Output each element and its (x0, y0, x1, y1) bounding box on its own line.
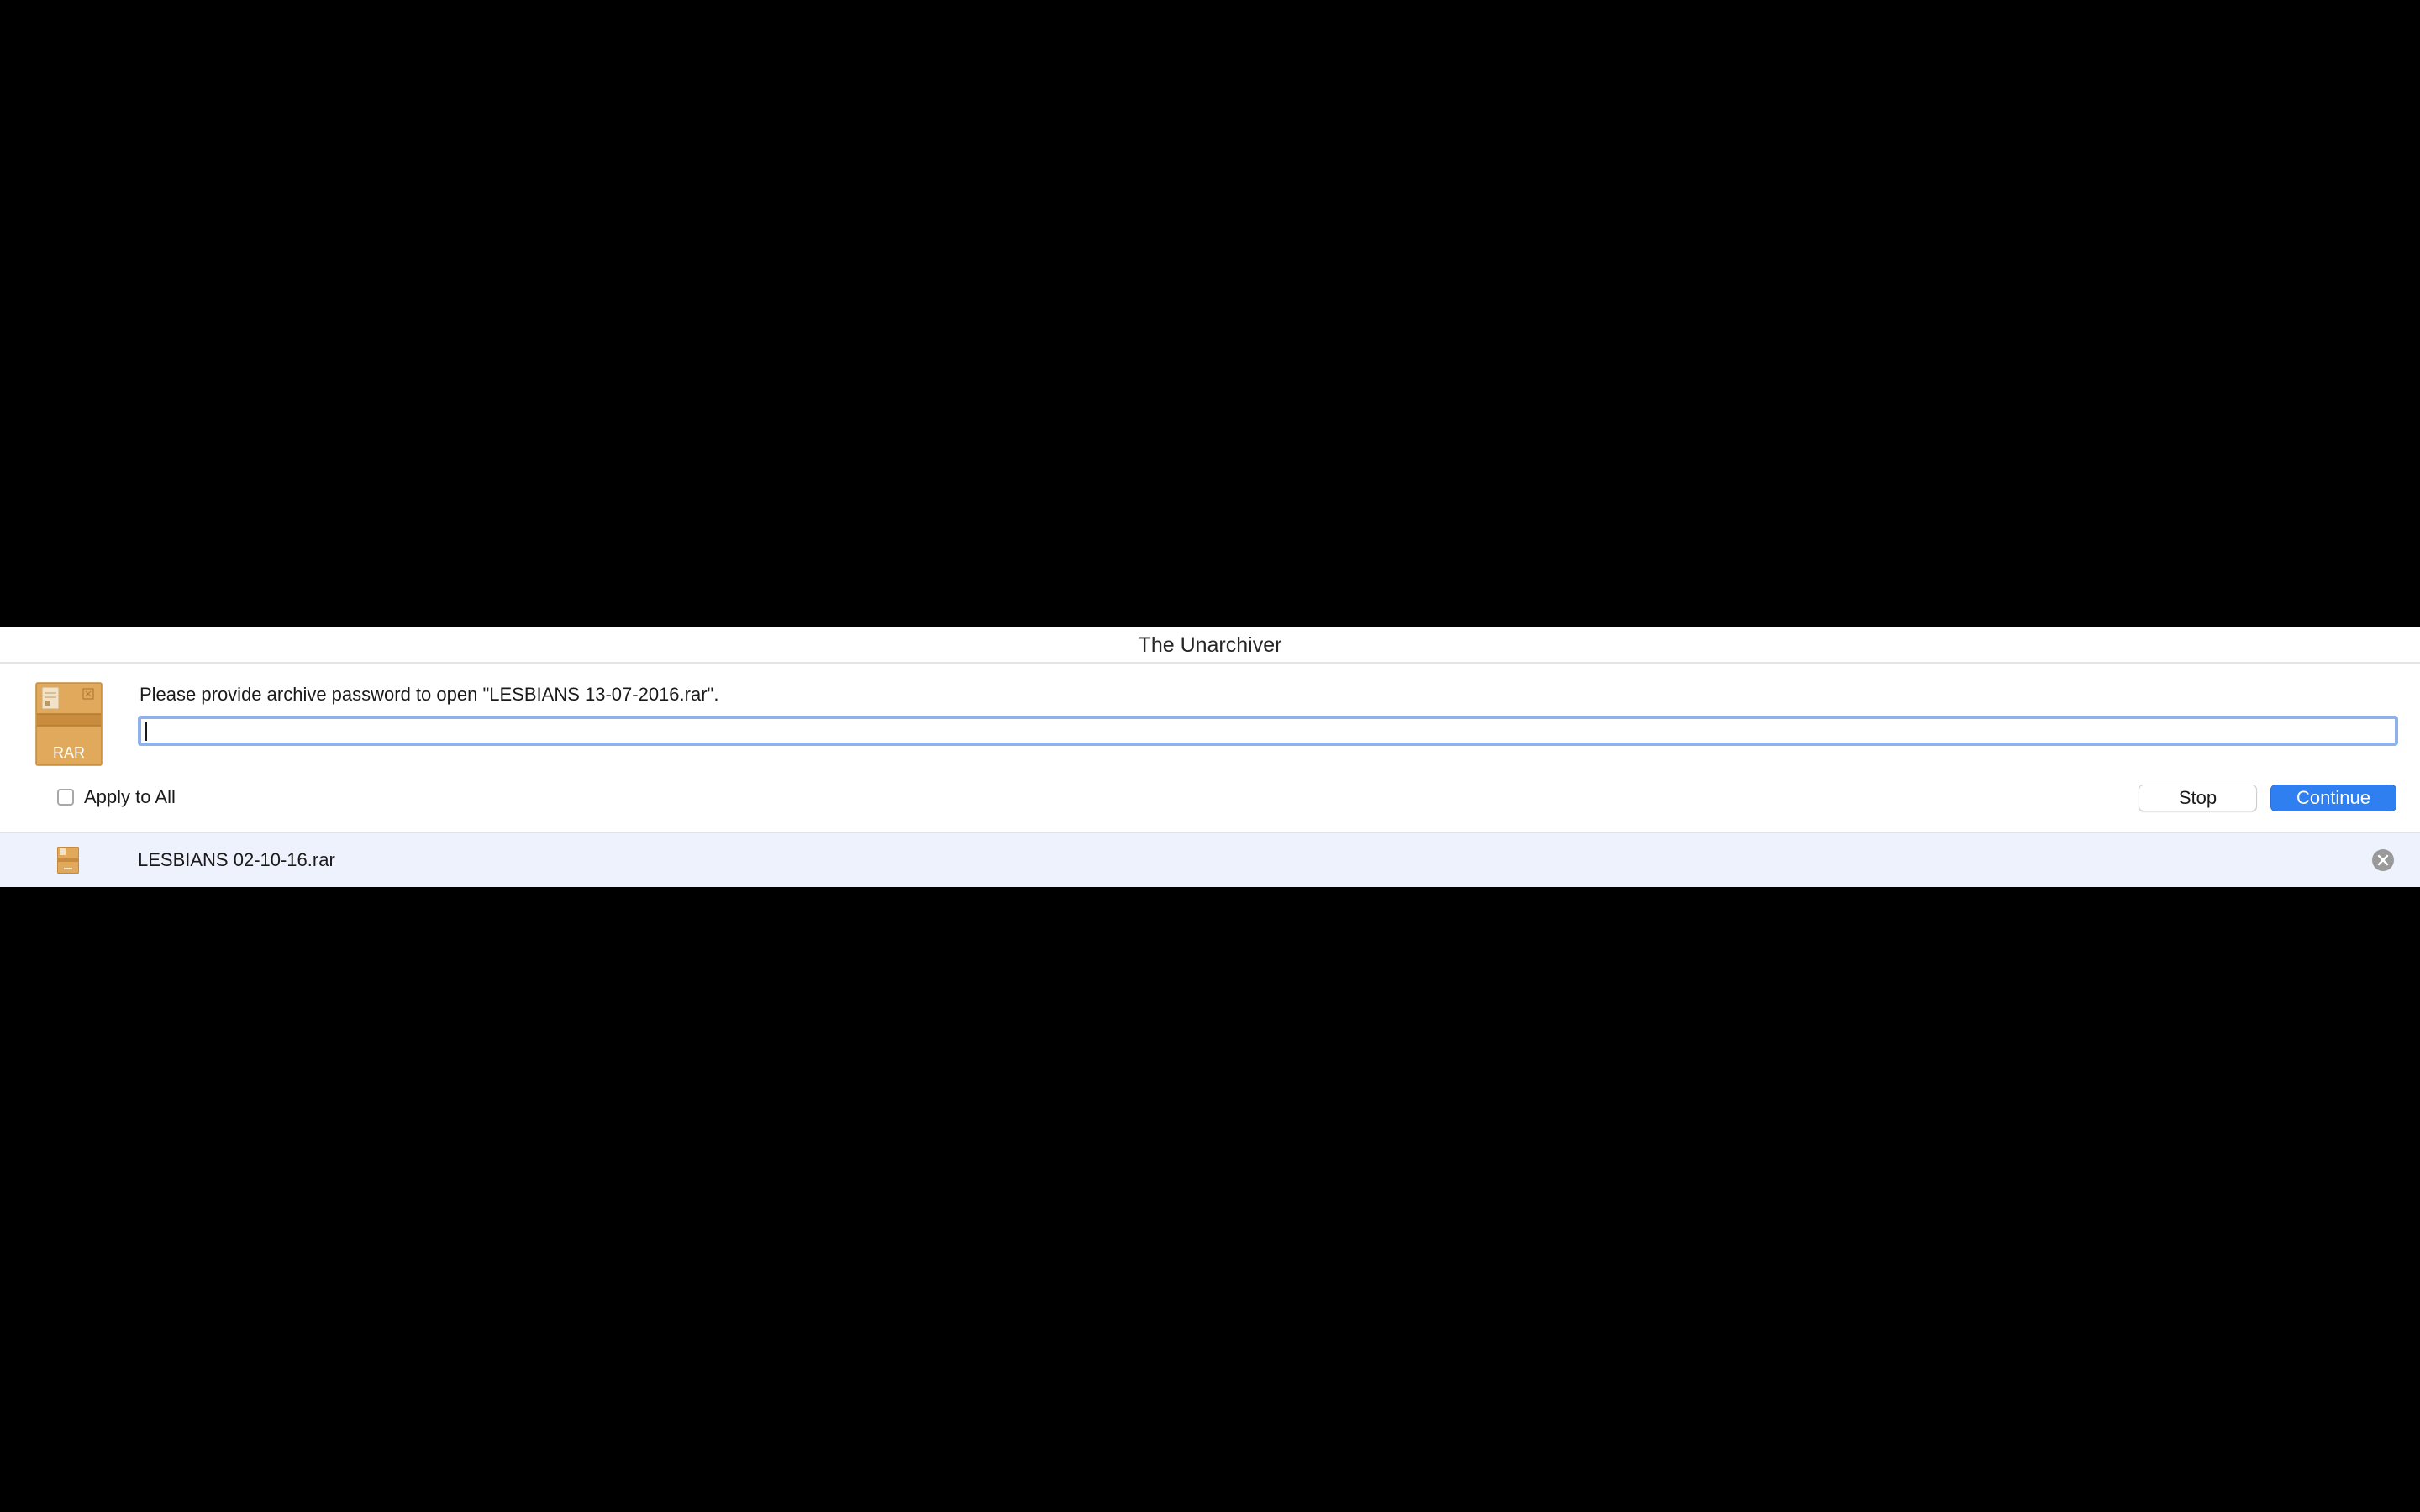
queue-item-name: LESBIANS 02-10-16.rar (138, 849, 335, 870)
rar-icon-label: RAR (53, 744, 85, 761)
remove-circle-icon[interactable] (2371, 848, 2395, 872)
rar-archive-icon: RAR (35, 682, 103, 766)
password-prompt: Please provide archive password to open … (139, 684, 719, 705)
continue-button[interactable]: Continue (2270, 785, 2396, 811)
unarchiver-window: The Unarchiver RAR Please provide archiv… (0, 627, 2420, 887)
queue-list-item[interactable]: LESBIANS 02-10-16.rar (0, 832, 2420, 887)
stop-button[interactable]: Stop (2139, 785, 2257, 811)
window-title: The Unarchiver (0, 627, 2420, 664)
text-caret (145, 722, 147, 741)
rar-archive-small-icon (57, 847, 79, 874)
apply-to-all-option[interactable]: Apply to All (57, 785, 176, 810)
apply-to-all-checkbox[interactable] (57, 789, 74, 806)
apply-to-all-label: Apply to All (84, 786, 176, 807)
password-input[interactable] (138, 716, 2398, 746)
